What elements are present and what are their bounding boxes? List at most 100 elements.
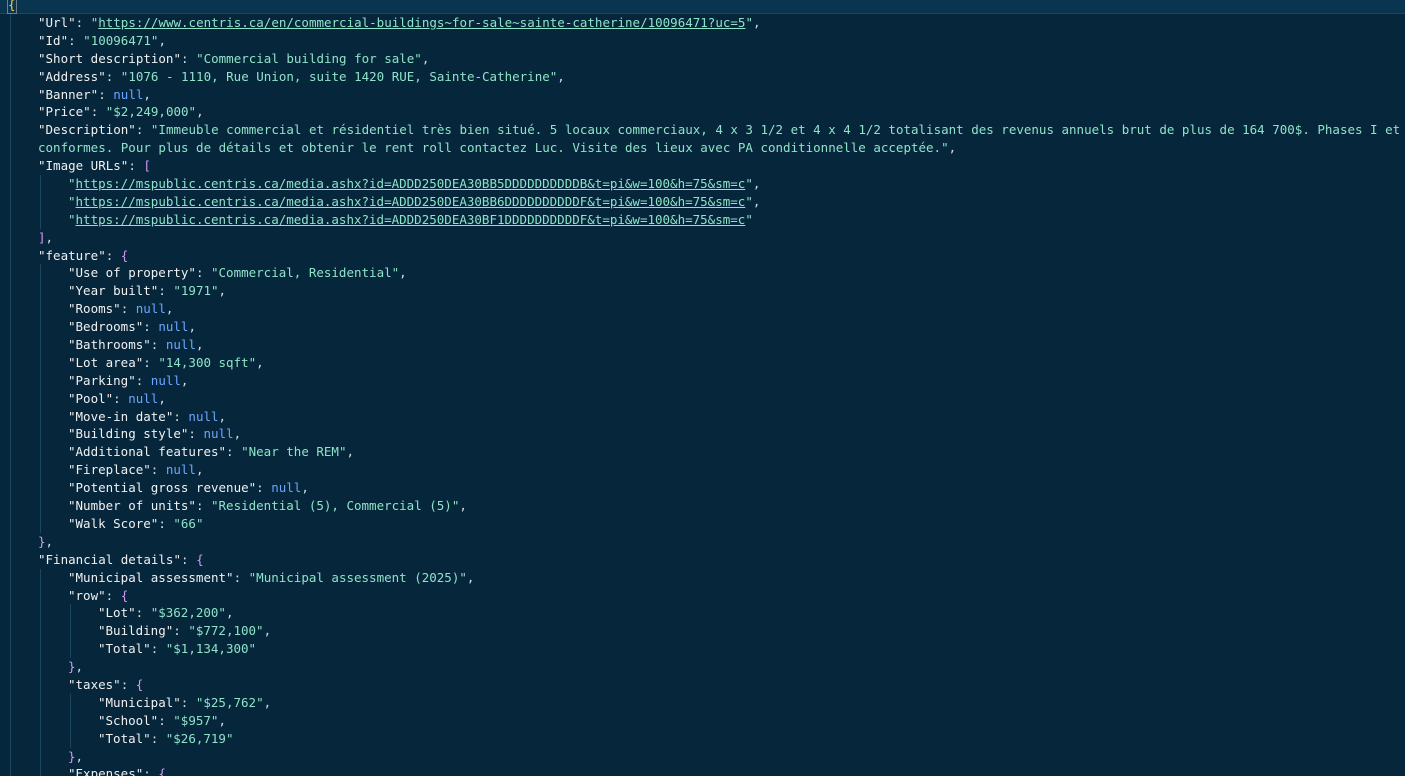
code-line[interactable]: "feature": {	[8, 246, 1405, 265]
colon: :	[143, 766, 159, 776]
code-line[interactable]: "Pool": null,	[8, 389, 1405, 408]
code-line[interactable]: "Use of property": "Commercial, Resident…	[8, 264, 1405, 283]
line-content: },	[38, 533, 53, 551]
colon: :	[135, 372, 151, 388]
json-key: "Total"	[98, 730, 151, 746]
code-line[interactable]: "Bathrooms": null,	[8, 336, 1405, 354]
code-line[interactable]: "Additional features": "Near the REM",	[8, 443, 1405, 462]
open-bracket: {	[158, 766, 166, 776]
url-link[interactable]: https://mspublic.centris.ca/media.ashx?i…	[76, 212, 746, 227]
line-content: "Description": "Immeuble commercial et r…	[38, 121, 1405, 139]
code-line[interactable]: "row": {	[8, 586, 1405, 605]
json-key: "Municipal"	[98, 694, 181, 710]
quote: "	[745, 211, 753, 227]
colon: :	[105, 68, 121, 84]
code-line[interactable]: },	[8, 532, 1405, 551]
colon: :	[233, 569, 249, 585]
json-key: "Year built"	[68, 283, 159, 299]
code-line[interactable]: "Building style": null,	[8, 425, 1405, 444]
indent-guide	[40, 389, 41, 408]
indent-guide	[10, 228, 11, 247]
line-content: "Financial details": {	[38, 551, 204, 569]
code-line[interactable]: "Municipal": "$25,762",	[8, 693, 1405, 712]
code-line[interactable]: "https://mspublic.centris.ca/media.ashx?…	[8, 175, 1405, 193]
code-line[interactable]: "Municipal assessment": "Municipal asses…	[8, 568, 1405, 587]
code-line[interactable]: "taxes": {	[8, 675, 1405, 694]
indent-guide	[40, 711, 41, 730]
code-line[interactable]: "Expenses": {	[8, 765, 1405, 776]
code-line[interactable]: "Number of units": "Residential (5), Com…	[8, 497, 1405, 515]
json-key: "Lot"	[98, 605, 136, 621]
indent-guide	[10, 407, 11, 426]
string-value: "1076 - 1110, Rue Union, suite 1420 RUE,…	[120, 68, 558, 84]
null-value: null	[165, 337, 196, 353]
trailing-comma: ,	[752, 176, 761, 192]
code-line[interactable]: "Lot": "$362,200",	[8, 604, 1405, 623]
code-line[interactable]: "Walk Score": "66"	[8, 514, 1405, 533]
json-key: "School"	[98, 712, 159, 728]
quote: "	[68, 211, 76, 227]
code-line[interactable]: "Bedrooms": null,	[8, 318, 1405, 337]
colon: :	[158, 515, 174, 531]
trailing-comma: ,	[158, 390, 166, 406]
code-editor[interactable]: { "Url": "https://www.centris.ca/en/comm…	[0, 0, 1405, 776]
trailing-comma: ,	[948, 140, 957, 156]
code-line[interactable]: },	[8, 747, 1405, 766]
code-line[interactable]: "Move-in date": null,	[8, 407, 1405, 426]
code-line[interactable]: "Total": "$1,134,300"	[8, 640, 1405, 659]
close-bracket: }	[68, 748, 76, 764]
json-key: "Financial details"	[38, 551, 181, 567]
null-value: null	[188, 408, 219, 424]
string-value: "$2,249,000"	[105, 104, 197, 120]
trailing-comma: ,	[195, 337, 204, 353]
code-line[interactable]: "Fireplace": null,	[8, 461, 1405, 480]
code-line[interactable]: "Id": "10096471",	[8, 31, 1405, 50]
code-line[interactable]: "Lot area": "14,300 sqft",	[8, 353, 1405, 372]
indent-guide	[10, 300, 11, 319]
code-line[interactable]: "Address": "1076 - 1110, Rue Union, suit…	[8, 67, 1405, 86]
code-line[interactable]: "Url": "https://www.centris.ca/en/commer…	[8, 14, 1405, 32]
code-line[interactable]: ],	[8, 228, 1405, 247]
code-line[interactable]: "Financial details": {	[8, 550, 1405, 569]
code-line[interactable]: "Price": "$2,249,000",	[8, 103, 1405, 122]
code-line[interactable]: "Short description": "Commercial buildin…	[8, 49, 1405, 68]
code-line[interactable]: "Potential gross revenue": null,	[8, 479, 1405, 498]
colon: :	[105, 247, 121, 263]
indent-guide	[40, 497, 41, 515]
json-key: "Fireplace"	[68, 462, 151, 478]
code-line[interactable]: "Banner": null,	[8, 85, 1405, 104]
colon: :	[143, 354, 159, 370]
quote: "	[745, 15, 753, 30]
url-link[interactable]: https://mspublic.centris.ca/media.ashx?i…	[76, 176, 746, 191]
code-line[interactable]: "Total": "$26,719"	[8, 729, 1405, 748]
indent-guide	[10, 675, 11, 694]
indent-guide	[10, 514, 11, 533]
json-key: "Short description"	[38, 50, 181, 66]
line-content: "Rooms": null,	[68, 300, 173, 318]
indent-guide	[40, 425, 41, 444]
quote: "	[68, 176, 76, 192]
code-line[interactable]: "Rooms": null,	[8, 300, 1405, 319]
indent-guide	[10, 31, 11, 50]
line-content: "Building": "$772,100",	[98, 622, 271, 640]
code-line[interactable]: "Year built": "1971",	[8, 282, 1405, 301]
code-line[interactable]: "Building": "$772,100",	[8, 622, 1405, 641]
url-link[interactable]: https://mspublic.centris.ca/media.ashx?i…	[76, 194, 746, 209]
code-line[interactable]: conformes. Pour plus de détails et obten…	[8, 139, 1405, 158]
code-line[interactable]: "https://mspublic.centris.ca/media.ashx?…	[8, 192, 1405, 211]
code-line[interactable]: },	[8, 658, 1405, 676]
code-lines[interactable]: "Url": "https://www.centris.ca/en/commer…	[8, 14, 1405, 776]
code-line[interactable]: "Description": "Immeuble commercial et r…	[8, 121, 1405, 140]
string-value: "$25,762"	[195, 694, 264, 710]
close-bracket: ]	[38, 229, 46, 245]
code-line[interactable]: "https://mspublic.centris.ca/media.ashx?…	[8, 210, 1405, 229]
open-bracket: {	[196, 551, 204, 567]
code-line[interactable]: "Parking": null,	[8, 371, 1405, 390]
null-value: null	[150, 372, 181, 388]
json-key: "Address"	[38, 68, 106, 84]
quote: "	[745, 176, 753, 192]
code-line[interactable]: "Image URLs": [	[8, 157, 1405, 176]
url-link[interactable]: https://www.centris.ca/en/commercial-bui…	[98, 15, 745, 30]
code-line[interactable]: "School": "$957",	[8, 711, 1405, 730]
indent-guide	[40, 747, 41, 766]
